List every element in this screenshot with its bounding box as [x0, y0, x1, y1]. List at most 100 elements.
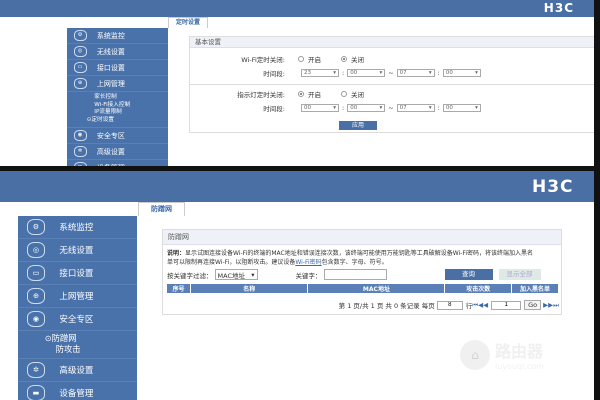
- time-select[interactable]: 07 ▾: [396, 103, 435, 112]
- time-select[interactable]: 07 ▾: [396, 68, 435, 77]
- sidebar-item-label: 高级设置: [96, 147, 125, 156]
- sidebar-item-label: 无线设置: [96, 47, 125, 56]
- sidebar: ⚙ 系统监控 ◎ 无线设置 ▭ 接口设置 ⊕ 上网管理家长控制 Wi-Fi接入控制 IP流量限制 ⊙…: [67, 28, 168, 166]
- submenu-item[interactable]: 家长控制: [94, 94, 168, 102]
- submenu-label: Wi-Fi接入控制: [94, 101, 131, 108]
- sidebar-item-1[interactable]: ▬ 设备管理: [18, 382, 137, 400]
- watermark: ⌂ 路由器 luyouqi.com: [460, 338, 544, 371]
- monitor-icon: ⚙: [73, 29, 87, 42]
- go-button[interactable]: Go: [524, 300, 542, 310]
- radio-off[interactable]: [341, 90, 347, 97]
- sidebar-item-0[interactable]: ◉ 安全专区: [67, 128, 168, 144]
- time-select[interactable]: 00 ▾: [442, 103, 481, 112]
- column-header: 序号: [167, 284, 191, 293]
- led-toggle-row: 指示灯定时关闭: 开启 关闭: [190, 89, 364, 99]
- sidebar-item-2[interactable]: ▭ 接口设置: [18, 262, 137, 285]
- keyword-input[interactable]: [323, 269, 387, 280]
- last-page-icon[interactable]: ⏭: [553, 301, 559, 310]
- lock-icon: ◉: [73, 129, 87, 142]
- time-value: 23: [304, 69, 311, 76]
- tab-timer-settings[interactable]: 定时设置: [168, 17, 208, 28]
- submenu-item[interactable]: ⊙防蹭网: [45, 333, 137, 344]
- sidebar-item-label: 高级设置: [59, 366, 94, 376]
- wireless-icon: ◎: [27, 242, 45, 258]
- page-input[interactable]: [491, 300, 522, 310]
- pager-text: 第 1 页/共 1 页 共 0 条记录 每页: [338, 302, 435, 310]
- next-page-icon[interactable]: ▶▶: [543, 301, 553, 309]
- dropdown-arrow-icon: ▾: [428, 104, 432, 111]
- submenu-label: 定时设置: [91, 116, 114, 123]
- submenu-item[interactable]: Wi-Fi接入控制: [94, 102, 168, 110]
- basic-settings-panel: 基本设置 Wi-Fi定时关闭: 开启 关闭 时间段: 23 ▾:00 ▾ ~07 ▾:0…: [189, 36, 594, 133]
- sidebar-item-label: 安全专区: [96, 131, 125, 140]
- globe-icon: ⊕: [27, 288, 45, 304]
- dropdown-arrow-icon: ▾: [475, 104, 478, 111]
- radio-on[interactable]: [298, 90, 304, 97]
- device-icon: ▬: [73, 161, 87, 166]
- sidebar-item-0[interactable]: ⚙ 系统监控: [18, 216, 137, 239]
- description-text: 包含数字、字母、符号。: [321, 259, 388, 266]
- divider: [190, 84, 594, 85]
- query-button[interactable]: 查询: [444, 269, 493, 280]
- radio-on-label: 开启: [308, 55, 321, 64]
- filter-value: MAC地址: [217, 271, 245, 280]
- header: H3C: [0, 171, 594, 202]
- sidebar-item-3[interactable]: ⊕ 上网管理: [18, 285, 137, 308]
- column-header: 加入黑名单: [511, 284, 559, 293]
- timer-settings-screen: H3C 定时设置 ⚙ 系统监控 ◎ 无线设置 ▭ 接口设置 ⊕ 上网管理家长控制 Wi-Fi接入…: [0, 0, 600, 166]
- period-label: 时间段:: [263, 104, 285, 113]
- keyword-label: 关键字：: [295, 271, 322, 280]
- sidebar-item-4[interactable]: ◉ 安全专区: [18, 308, 137, 331]
- time-select[interactable]: 00 ▾: [347, 103, 386, 112]
- tab-anti-rub-net[interactable]: 防蹭网: [138, 202, 185, 216]
- h3c-logo: H3C: [543, 1, 574, 15]
- prev-page-icon[interactable]: ◀◀: [478, 301, 488, 309]
- time-value: 07: [399, 104, 407, 111]
- time-select[interactable]: 00 ▾: [442, 68, 481, 77]
- submenu-label: 家长控制: [94, 94, 117, 100]
- submenu-label: 防攻击: [55, 344, 81, 354]
- time-select[interactable]: 00 ▾: [347, 68, 386, 77]
- sidebar-item-1[interactable]: ◎ 无线设置: [67, 44, 168, 60]
- show-all-button[interactable]: 显示全部: [498, 269, 541, 280]
- device-table: 序号 名称 MAC地址 攻击次数 加入黑名单: [167, 284, 559, 294]
- watermark-url: luyouqi.com: [495, 362, 544, 371]
- apply-button[interactable]: 应用: [339, 121, 377, 130]
- wifi-password-link[interactable]: Wi-Fi密码: [295, 259, 321, 266]
- time-value: 00: [304, 104, 311, 111]
- sidebar-item-0[interactable]: ✲ 高级设置: [18, 359, 137, 382]
- radio-off[interactable]: [341, 55, 347, 62]
- submenu-item[interactable]: IP流量限制: [94, 109, 168, 117]
- time-select[interactable]: 00 ▾: [301, 103, 339, 112]
- dropdown-arrow-icon: ▾: [251, 270, 255, 279]
- filter-label: 按关键字过滤：: [167, 271, 213, 280]
- sidebar-item-label: 无线设置: [59, 246, 94, 256]
- interface-icon: ▭: [73, 61, 87, 74]
- sidebar-item-2[interactable]: ▭ 接口设置: [67, 60, 168, 76]
- radio-on[interactable]: [298, 55, 304, 62]
- dropdown-arrow-icon: ▾: [379, 69, 383, 76]
- sidebar-item-label: 上网管理: [59, 292, 94, 302]
- sidebar-item-label: 接口设置: [96, 63, 125, 72]
- radio-off-label: 关闭: [351, 55, 364, 64]
- anti-rub-net-screen: H3C 防蹭网 ⚙ 系统监控 ◎ 无线设置 ▭ 接口设置 ⊕ 上网管理 ◉ 安全专区 ⊙防蹭网 防攻击…: [0, 171, 600, 400]
- led-label: 指示灯定时关闭:: [237, 90, 285, 99]
- submenu-item[interactable]: 防攻击: [56, 344, 137, 355]
- h3c-logo: H3C: [532, 177, 574, 197]
- sidebar-item-label: 上网管理: [96, 79, 125, 88]
- watermark-text: 路由器: [495, 342, 544, 361]
- filter-select[interactable]: MAC地址 ▾: [214, 269, 258, 280]
- led-period-row: 时间段: 00 ▾:00 ▾ ~07 ▾:00 ▾: [190, 103, 481, 113]
- globe-icon: ⊕: [73, 77, 87, 90]
- sidebar-item-2[interactable]: ▬ 设备管理: [67, 160, 168, 166]
- sidebar-item-0[interactable]: ⚙ 系统监控: [67, 28, 168, 44]
- time-value: 00: [445, 69, 453, 76]
- submenu-item[interactable]: ⊙定时设置: [87, 117, 168, 125]
- per-page-input[interactable]: [436, 300, 463, 310]
- sidebar-item-1[interactable]: ◎ 无线设置: [18, 239, 137, 262]
- description-text: 显示试图连接设备Wi-Fi的终端的MAC地址和错误连接次数，该终端可能使用万能钥…: [185, 250, 534, 257]
- header: H3C: [0, 0, 594, 17]
- time-select[interactable]: 23 ▾: [301, 68, 339, 77]
- sidebar-item-1[interactable]: ✲ 高级设置: [67, 144, 168, 160]
- sidebar-item-3[interactable]: ⊕ 上网管理: [67, 76, 168, 92]
